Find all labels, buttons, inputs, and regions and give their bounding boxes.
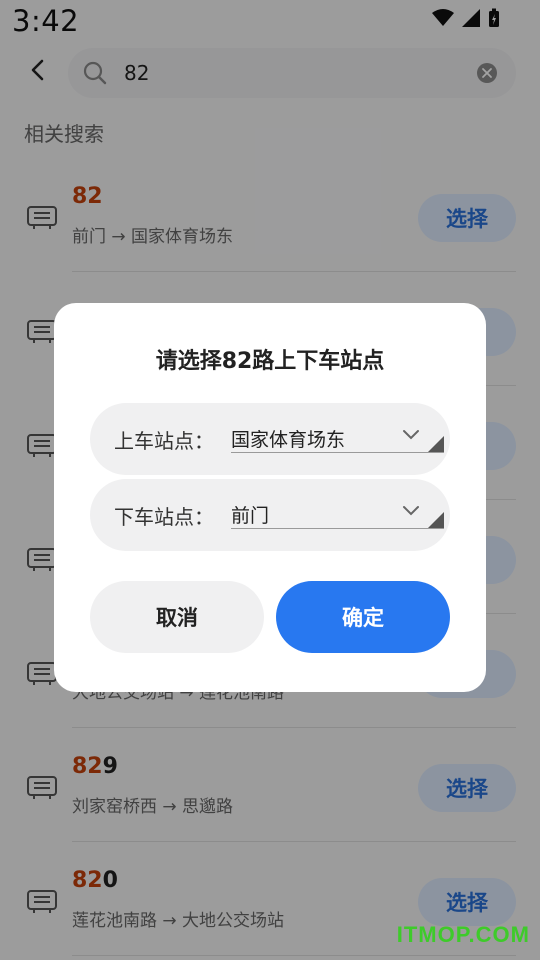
watermark: ITMOP.COM xyxy=(396,922,530,947)
chevron-down-icon xyxy=(403,506,419,516)
alight-station-select[interactable]: 前门 xyxy=(231,497,444,529)
cancel-button[interactable]: 取消 xyxy=(90,581,264,653)
chevron-down-icon xyxy=(403,430,419,440)
dropdown-corner-icon xyxy=(428,512,444,528)
board-station-select[interactable]: 国家体育场东 xyxy=(231,421,444,453)
confirm-button[interactable]: 确定 xyxy=(276,581,450,653)
station-picker-dialog: 请选择82路上下车站点 上车站点： 国家体育场东 下车站点： 前门 取消 确定 xyxy=(54,303,486,692)
board-station-value: 国家体育场东 xyxy=(231,429,346,451)
board-station-label: 上车站点： xyxy=(114,429,214,453)
dropdown-corner-icon xyxy=(428,436,444,452)
alight-station-field: 下车站点： 前门 xyxy=(90,479,450,551)
alight-station-value: 前门 xyxy=(231,505,270,527)
board-station-field: 上车站点： 国家体育场东 xyxy=(90,403,450,475)
alight-station-label: 下车站点： xyxy=(114,505,214,529)
dialog-title: 请选择82路上下车站点 xyxy=(155,349,385,374)
